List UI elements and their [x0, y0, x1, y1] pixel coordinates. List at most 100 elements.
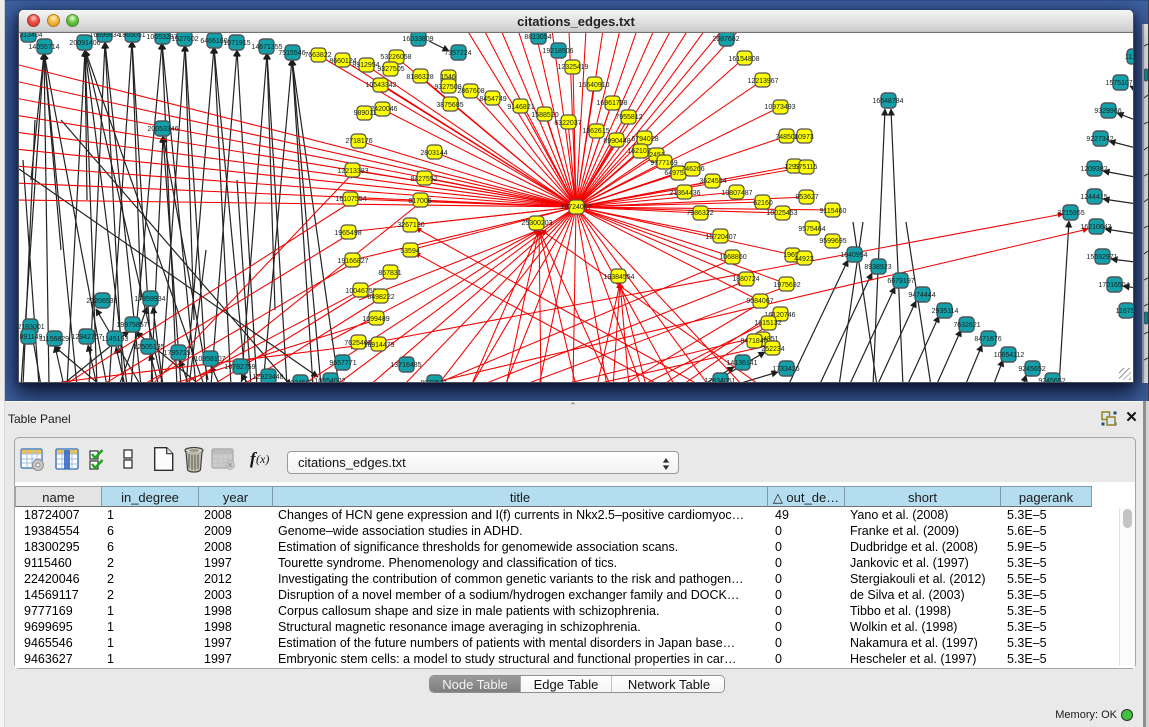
svg-text:17359934: 17359934: [134, 296, 165, 303]
svg-text:9599695: 9599695: [819, 238, 846, 245]
svg-text:16648784: 16648784: [872, 98, 903, 105]
svg-text:16782759: 16782759: [224, 364, 255, 371]
svg-text:10807487: 10807487: [721, 190, 752, 197]
svg-text:19166827: 19166827: [337, 258, 368, 265]
svg-text:817006: 817006: [408, 198, 431, 205]
svg-text:9657771: 9657771: [329, 360, 356, 367]
svg-text:9575464: 9575464: [798, 226, 825, 233]
svg-text:17016504: 17016504: [1098, 282, 1129, 289]
svg-text:12213383: 12213383: [337, 168, 368, 175]
svg-text:8912954: 8912954: [352, 62, 379, 69]
svg-text:16210643: 16210643: [1080, 224, 1111, 231]
svg-text:9024502: 9024502: [286, 380, 313, 382]
svg-text:20091406: 20091406: [69, 40, 100, 47]
svg-text:3267130: 3267130: [397, 222, 424, 229]
svg-text:8970531: 8970531: [420, 380, 447, 382]
svg-text:953627: 953627: [795, 194, 818, 201]
svg-text:1588520: 1588520: [531, 112, 558, 119]
svg-text:12923448: 12923448: [252, 374, 283, 381]
svg-text:9084067: 9084067: [746, 298, 773, 305]
svg-text:16914479: 16914479: [363, 342, 394, 349]
svg-text:16961758: 16961758: [596, 100, 627, 107]
svg-text:3875685: 3875685: [436, 102, 463, 109]
svg-text:9245652: 9245652: [1038, 378, 1065, 382]
svg-text:9227342: 9227342: [1086, 136, 1113, 143]
svg-text:2867608: 2867608: [457, 88, 484, 95]
svg-text:16154808: 16154808: [728, 56, 759, 63]
svg-text:252234: 252234: [761, 346, 784, 353]
svg-text:1362615: 1362615: [582, 128, 609, 135]
svg-text:6498222: 6498222: [367, 294, 394, 301]
svg-text:867831: 867831: [378, 270, 401, 277]
svg-text:7357224: 7357224: [444, 50, 471, 57]
svg-text:8427552: 8427552: [410, 176, 437, 183]
svg-text:7663822: 7663822: [304, 52, 331, 59]
svg-text:12505135: 12505135: [133, 344, 164, 351]
svg-text:9327505: 9327505: [377, 66, 404, 73]
svg-text:1733426: 1733426: [772, 366, 799, 373]
svg-text:44923: 44923: [794, 256, 814, 263]
svg-text:10025453: 10025453: [766, 210, 797, 217]
svg-text:10654112: 10654112: [994, 352, 1025, 359]
svg-text:13716485: 13716485: [390, 362, 421, 369]
svg-text:8186328: 8186328: [406, 74, 433, 81]
svg-text:1965498: 1965498: [334, 230, 361, 237]
svg-text:746266: 746266: [681, 166, 704, 173]
svg-text:11156829: 11156829: [39, 336, 69, 343]
svg-text:19975857: 19975857: [116, 322, 147, 329]
svg-text:2687682: 2687682: [712, 36, 739, 43]
svg-text:62160: 62160: [753, 200, 773, 207]
svg-text:1244415: 1244415: [1080, 194, 1107, 201]
svg-text:10958107: 10958107: [194, 356, 225, 363]
svg-text:17834051: 17834051: [704, 378, 735, 382]
svg-text:14055714: 14055714: [28, 44, 59, 51]
svg-text:53594: 53594: [400, 248, 420, 255]
svg-text:1880724: 1880724: [732, 276, 759, 283]
svg-text:25300203: 25300203: [521, 220, 552, 227]
svg-text:2803144: 2803144: [420, 150, 447, 157]
svg-text:116753: 116753: [1116, 308, 1133, 315]
svg-text:2935114: 2935114: [932, 308, 959, 315]
svg-text:1145193: 1145193: [102, 336, 129, 343]
svg-text:14136141: 14136141: [726, 360, 757, 367]
svg-text:17957255: 17957255: [163, 350, 194, 357]
svg-text:8454749: 8454749: [479, 96, 506, 103]
svg-text:3215955: 3215955: [1057, 210, 1084, 217]
svg-text:1975692: 1975692: [773, 282, 800, 289]
svg-text:8471840: 8471840: [740, 338, 767, 345]
svg-text:1865051: 1865051: [118, 33, 145, 39]
svg-text:9329966: 9329966: [1094, 108, 1121, 115]
svg-text:1615132: 1615132: [754, 320, 781, 327]
svg-text:15751074: 15751074: [1105, 80, 1133, 87]
svg-text:21364436: 21364436: [669, 190, 700, 197]
svg-text:3624554: 3624554: [699, 178, 726, 185]
svg-text:9313404: 9313404: [19, 33, 43, 39]
svg-text:10973: 10973: [794, 134, 814, 141]
svg-text:10973493: 10973493: [764, 104, 795, 111]
svg-text:10543342: 10543342: [365, 82, 396, 89]
svg-text:1699489: 1699489: [362, 316, 389, 323]
svg-text:575115: 575115: [795, 164, 818, 171]
svg-text:2718176: 2718176: [345, 138, 372, 145]
svg-text:7986322: 7986322: [686, 210, 713, 217]
svg-text:1071915: 1071915: [223, 40, 250, 47]
svg-text:16640910: 16640910: [578, 82, 609, 89]
svg-text:53226058: 53226058: [380, 54, 411, 61]
svg-text:1527602: 1527602: [171, 36, 198, 43]
svg-text:7632621: 7632621: [953, 322, 980, 329]
svg-text:7955812: 7955812: [615, 114, 642, 121]
svg-text:8471676: 8471676: [974, 336, 1001, 343]
svg-text:(x): (x): [256, 452, 269, 466]
svg-text:9115460: 9115460: [820, 208, 847, 215]
svg-text:12213967: 12213967: [747, 78, 778, 85]
svg-text:18724007: 18724007: [560, 204, 591, 211]
svg-text:1068860: 1068860: [719, 254, 746, 261]
svg-text:989011: 989011: [354, 110, 377, 117]
svg-text:8990448: 8990448: [603, 138, 630, 145]
svg-text:6794028: 6794028: [631, 136, 658, 143]
svg-text:16699834: 16699834: [89, 33, 120, 39]
svg-text:9245652: 9245652: [1018, 366, 1045, 373]
svg-text:1640954: 1640954: [840, 252, 867, 259]
svg-text:12325419: 12325419: [557, 64, 588, 71]
svg-text:19384554: 19384554: [603, 274, 634, 281]
